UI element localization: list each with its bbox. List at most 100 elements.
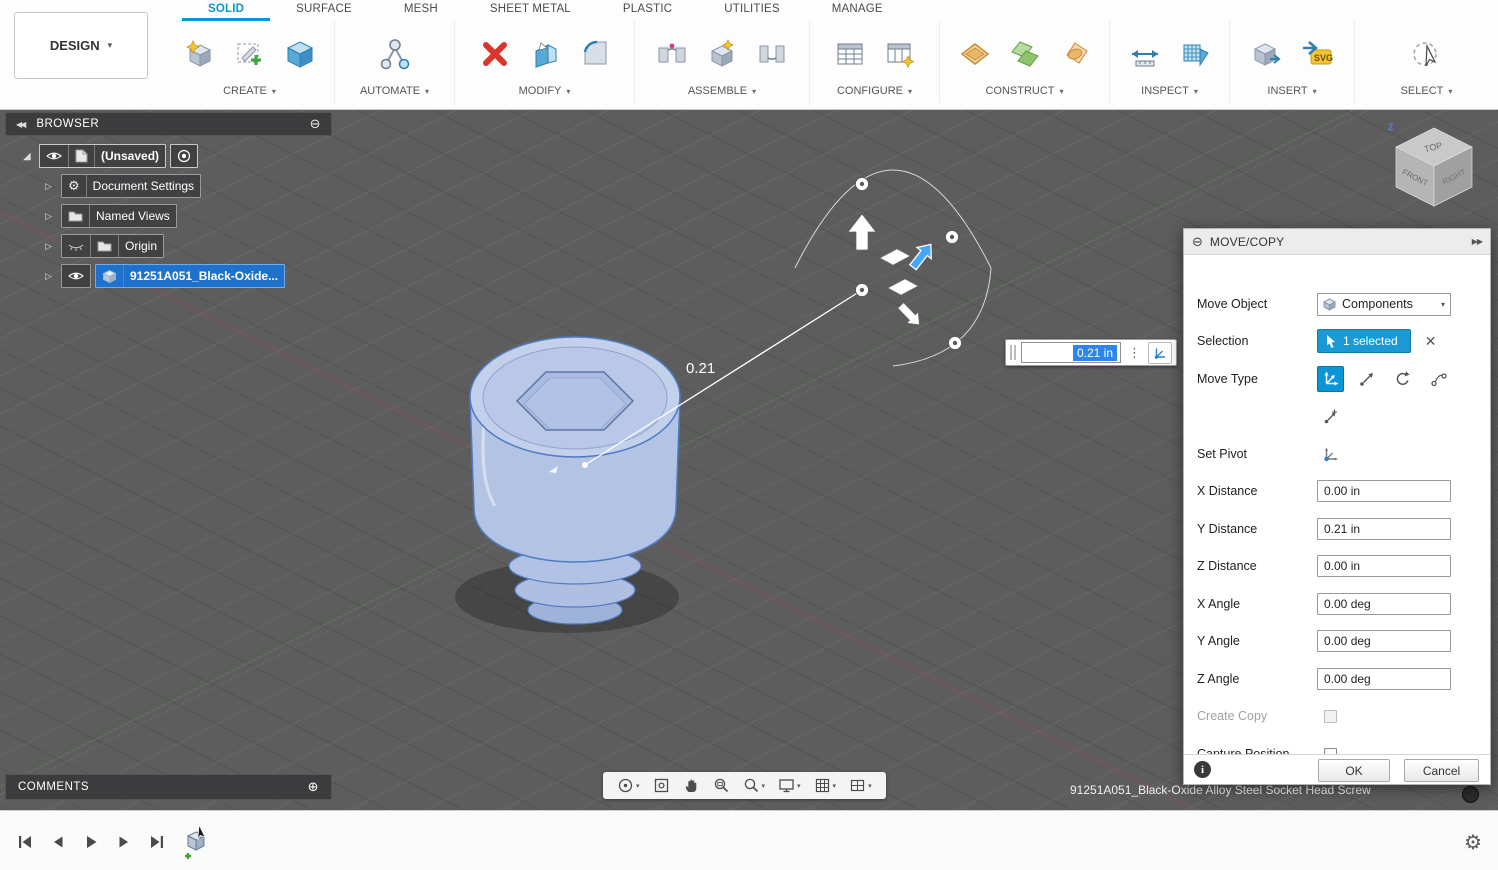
tree-item-label[interactable]: Document Settings — [85, 175, 200, 197]
insert-derive-icon[interactable] — [1248, 34, 1286, 74]
z-distance-input[interactable] — [1317, 555, 1451, 577]
workspace-switcher[interactable]: DESIGN ▾ — [14, 12, 148, 79]
visibility-eye-icon[interactable] — [62, 265, 90, 287]
collapse-panel-icon[interactable]: ◀◀ — [16, 120, 26, 129]
y-distance-input[interactable] — [1317, 518, 1451, 540]
translate-arrow-active[interactable] — [906, 239, 938, 273]
move-type-point-to-position-button[interactable] — [1317, 404, 1344, 430]
z-angle-input[interactable] — [1317, 668, 1451, 690]
move-object-dropdown[interactable]: Components ▾ — [1317, 292, 1451, 316]
grid-settings-button[interactable]: ▾ — [810, 775, 841, 796]
translate-arrow-diagonal[interactable] — [895, 300, 925, 331]
tab-plastic[interactable]: PLASTIC — [597, 0, 698, 21]
orbit-button[interactable]: ▾ — [613, 775, 644, 796]
inspect-menu[interactable]: INSPECT ▾ — [1141, 85, 1198, 103]
plane-handle[interactable] — [887, 278, 919, 296]
activate-radio-icon[interactable] — [171, 145, 197, 167]
visibility-off-icon[interactable] — [62, 235, 90, 257]
pan-button[interactable] — [679, 775, 704, 796]
construct-menu[interactable]: CONSTRUCT ▾ — [985, 85, 1063, 103]
skip-to-start-button[interactable] — [16, 833, 34, 851]
add-comment-icon[interactable]: ⊕ — [308, 779, 319, 795]
x-distance-input[interactable] — [1317, 480, 1451, 502]
skip-to-end-button[interactable] — [148, 833, 166, 851]
configuration-icon[interactable] — [881, 34, 919, 74]
step-back-button[interactable] — [49, 833, 67, 851]
select-cursor-icon[interactable] — [1408, 34, 1446, 74]
rotate-handle-dots[interactable] — [855, 177, 962, 350]
expander-icon[interactable]: ▷ — [45, 181, 57, 192]
clear-selection-icon[interactable]: ✕ — [1425, 333, 1437, 350]
dialog-header[interactable]: ⊖ MOVE/COPY ▶▶ — [1184, 229, 1490, 255]
play-button[interactable] — [82, 833, 100, 851]
create-sketch-icon[interactable] — [231, 34, 269, 74]
box-primitive-icon[interactable] — [281, 34, 319, 74]
comments-bar[interactable]: COMMENTS ⊕ — [5, 774, 332, 800]
translate-arrow-up[interactable] — [847, 213, 877, 251]
timeline-settings-gear-icon[interactable]: ⚙ — [1464, 830, 1482, 855]
create-copy-checkbox[interactable] — [1324, 709, 1337, 723]
insert-svg-icon[interactable]: SVG — [1298, 34, 1336, 74]
insert-menu[interactable]: INSERT ▾ — [1267, 85, 1316, 103]
zoom-window-button[interactable] — [709, 775, 734, 796]
automate-icon[interactable] — [376, 34, 414, 74]
expander-icon[interactable]: ▷ — [45, 211, 57, 222]
delete-icon[interactable] — [476, 34, 514, 74]
viewports-button[interactable]: ▾ — [845, 775, 876, 796]
y-angle-input[interactable] — [1317, 630, 1451, 652]
midplane-icon[interactable] — [1006, 34, 1044, 74]
expander-icon[interactable]: ▷ — [45, 271, 57, 282]
selection-button[interactable]: 1 selected — [1317, 329, 1411, 353]
minimize-icon[interactable]: ⊖ — [310, 116, 321, 132]
offset-plane-icon[interactable] — [956, 34, 994, 74]
move-manipulator[interactable] — [794, 169, 992, 367]
configuration-table-icon[interactable] — [831, 34, 869, 74]
zoom-button[interactable]: ▾ — [739, 775, 770, 796]
ok-button[interactable]: OK — [1318, 759, 1390, 782]
assemble-menu[interactable]: ASSEMBLE ▾ — [688, 85, 756, 103]
undock-icon[interactable]: ▶▶ — [1472, 237, 1483, 246]
timeline-component-item[interactable] — [183, 823, 211, 865]
move-type-translate-button[interactable] — [1353, 366, 1380, 392]
tab-manage[interactable]: MANAGE — [806, 0, 909, 21]
new-component-icon[interactable] — [181, 34, 219, 74]
section-analysis-icon[interactable] — [1176, 34, 1214, 74]
axis-plane-icon[interactable] — [1056, 34, 1094, 74]
x-angle-input[interactable] — [1317, 593, 1451, 615]
plane-handle[interactable] — [879, 248, 911, 266]
tab-utilities[interactable]: UTILITIES — [698, 0, 805, 21]
root-document-label[interactable]: (Unsaved) — [94, 145, 165, 167]
status-badge[interactable] — [1462, 786, 1479, 803]
select-menu[interactable]: SELECT ▾ — [1401, 85, 1453, 103]
press-pull-icon[interactable] — [526, 34, 564, 74]
fillet-icon[interactable] — [576, 34, 614, 74]
assemble-new-component-icon[interactable] — [703, 34, 741, 74]
look-at-button[interactable] — [649, 775, 674, 796]
kebab-menu-icon[interactable]: ⋮ — [1126, 345, 1143, 361]
modify-menu[interactable]: MODIFY ▾ — [519, 85, 571, 103]
selected-component-row[interactable]: 91251A051_Black-Oxide... — [95, 264, 286, 288]
set-pivot-button[interactable] — [1317, 441, 1344, 467]
drag-grip-icon[interactable] — [1010, 345, 1016, 360]
joint-icon[interactable] — [653, 34, 691, 74]
tree-item-label[interactable]: Origin — [118, 235, 163, 257]
tab-solid[interactable]: SOLID — [182, 0, 271, 21]
move-type-point-to-point-button[interactable] — [1425, 366, 1452, 392]
create-menu[interactable]: CREATE ▾ — [223, 85, 276, 103]
move-type-free-move-button[interactable] — [1317, 366, 1344, 392]
transform-options-button[interactable] — [1148, 341, 1172, 364]
configure-menu[interactable]: CONFIGURE ▾ — [837, 85, 912, 103]
joint-origin-icon[interactable] — [753, 34, 791, 74]
automate-menu[interactable]: AUTOMATE ▾ — [360, 85, 429, 103]
rotate-arc[interactable] — [892, 267, 992, 367]
measure-icon[interactable] — [1126, 34, 1164, 74]
expander-icon[interactable]: ◢ — [23, 151, 35, 162]
minimize-icon[interactable]: ⊖ — [1192, 234, 1203, 250]
visibility-eye-icon[interactable] — [40, 145, 68, 167]
tab-mesh[interactable]: MESH — [378, 0, 464, 21]
dimension-input-value[interactable]: 0.21 in — [1072, 344, 1117, 361]
view-cube[interactable]: Z TOP FRONT RIGHT — [1386, 118, 1482, 214]
step-forward-button[interactable] — [115, 833, 133, 851]
tree-item-label[interactable]: Named Views — [89, 205, 176, 227]
tab-sheet-metal[interactable]: SHEET METAL — [464, 0, 597, 21]
